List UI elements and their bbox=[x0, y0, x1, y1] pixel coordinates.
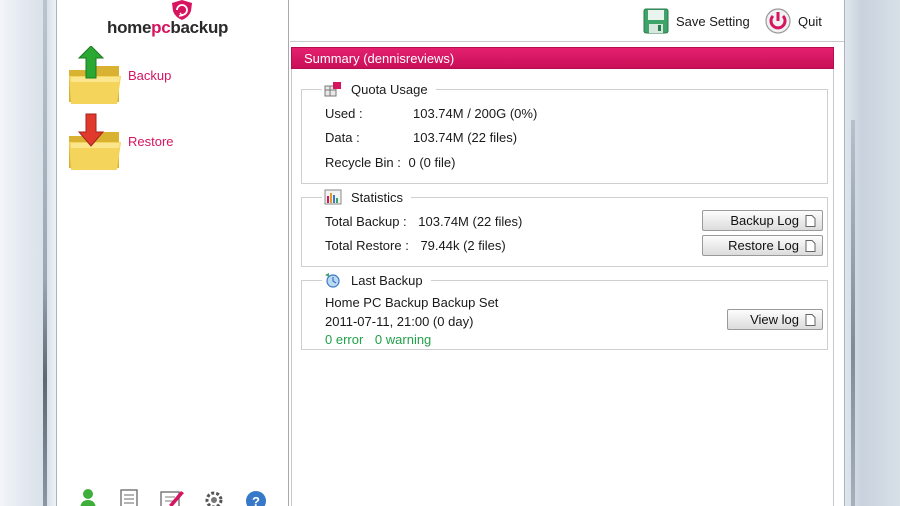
error-count: 0 error bbox=[325, 332, 364, 347]
data-value: 103.74M (22 files) bbox=[413, 130, 518, 145]
quota-usage-title: Quota Usage bbox=[351, 81, 428, 97]
logo-text: homepcbackup bbox=[107, 18, 229, 37]
backup-time: 2011-07-11, 21:00 (0 day) bbox=[325, 314, 474, 329]
total-restore-label: Total Restore : bbox=[325, 238, 409, 253]
warning-count: 0 warning bbox=[374, 332, 432, 347]
app-logo: homepcbackup bbox=[107, 0, 247, 40]
sidebar-item-label: Backup bbox=[128, 68, 172, 83]
save-setting-button[interactable]: Save Setting bbox=[642, 6, 750, 36]
data-label: Data : bbox=[325, 130, 360, 145]
toolbar: Save Setting Quit bbox=[290, 0, 844, 42]
total-backup-value: 103.74M (22 files) bbox=[418, 214, 523, 229]
statistics-group: Statistics Total Backup : 103.74M (22 fi… bbox=[301, 188, 828, 267]
quit-label: Quit bbox=[798, 13, 822, 29]
backup-result: 0 error 0 warning bbox=[325, 332, 431, 347]
restore-log-label: Restore Log bbox=[728, 238, 799, 253]
help-icon[interactable]: ? bbox=[243, 488, 269, 506]
view-log-label: View log bbox=[750, 312, 799, 327]
total-backup-label: Total Backup : bbox=[325, 214, 407, 229]
last-backup-legend: Last Backup bbox=[322, 271, 431, 289]
window-frame-edge bbox=[851, 120, 855, 506]
backup-set-name: Home PC Backup Backup Set bbox=[325, 295, 499, 310]
restore-folder-icon bbox=[69, 113, 121, 170]
sidebar-item-label: Restore bbox=[128, 134, 174, 149]
window-frame-right bbox=[844, 0, 900, 506]
view-log-button[interactable]: View log bbox=[727, 309, 823, 330]
settings-icon[interactable] bbox=[201, 488, 227, 506]
data-row: Data : 103.74M (22 files) bbox=[325, 130, 517, 145]
total-restore-value: 79.44k (2 files) bbox=[420, 238, 506, 253]
main-panel: Save Setting Quit Summary (dennisreviews… bbox=[290, 0, 844, 506]
svg-text:?: ? bbox=[252, 494, 260, 506]
statistics-title: Statistics bbox=[351, 189, 404, 205]
document-icon[interactable] bbox=[117, 488, 143, 506]
clock-backup-icon bbox=[325, 273, 340, 288]
summary-panel: Quota Usage Used : 103.74M / 200G (0%) D… bbox=[291, 69, 834, 506]
total-backup-row: Total Backup : 103.74M (22 files) bbox=[325, 214, 522, 229]
edit-icon[interactable] bbox=[159, 488, 185, 506]
last-backup-title: Last Backup bbox=[351, 272, 423, 288]
window-frame-left bbox=[0, 0, 57, 506]
summary-header: Summary (dennisreviews) bbox=[291, 47, 834, 69]
sidebar-item-backup[interactable]: Backup bbox=[67, 46, 267, 108]
sidebar-bottom-toolbar: ? bbox=[77, 488, 277, 506]
sidebar-item-restore[interactable]: Restore bbox=[67, 112, 267, 174]
quit-button[interactable]: Quit bbox=[764, 6, 822, 36]
recycle-bin-value: 0 (0 file) bbox=[408, 155, 456, 170]
quota-usage-legend: Quota Usage bbox=[322, 80, 436, 98]
used-value: 103.74M / 200G (0%) bbox=[413, 106, 538, 121]
used-label: Used : bbox=[325, 106, 363, 121]
save-setting-label: Save Setting bbox=[676, 13, 750, 29]
window-frame-inner-edge bbox=[47, 0, 57, 506]
quota-icon bbox=[324, 82, 341, 97]
statistics-legend: Statistics bbox=[322, 188, 412, 206]
user-icon[interactable] bbox=[77, 488, 103, 506]
used-row: Used : 103.74M / 200G (0%) bbox=[325, 106, 537, 121]
recycle-bin-row: Recycle Bin : 0 (0 file) bbox=[325, 155, 455, 170]
shield-logo-icon bbox=[172, 0, 192, 20]
power-icon bbox=[765, 8, 791, 34]
restore-log-button[interactable]: Restore Log bbox=[702, 235, 823, 256]
document-icon bbox=[805, 239, 816, 252]
document-icon bbox=[805, 313, 816, 326]
bar-chart-icon bbox=[324, 189, 342, 205]
quota-usage-group: Quota Usage Used : 103.74M / 200G (0%) D… bbox=[301, 80, 828, 184]
backup-folder-icon bbox=[69, 46, 121, 104]
last-backup-group: Last Backup Home PC Backup Backup Set 20… bbox=[301, 271, 828, 350]
backup-log-label: Backup Log bbox=[730, 213, 799, 228]
document-icon bbox=[805, 214, 816, 227]
recycle-bin-label: Recycle Bin : bbox=[325, 155, 401, 170]
save-disk-icon bbox=[643, 8, 669, 34]
backup-log-button[interactable]: Backup Log bbox=[702, 210, 823, 231]
sidebar: homepcbackup Backup Restore ? bbox=[57, 0, 289, 506]
total-restore-row: Total Restore : 79.44k (2 files) bbox=[325, 238, 506, 253]
